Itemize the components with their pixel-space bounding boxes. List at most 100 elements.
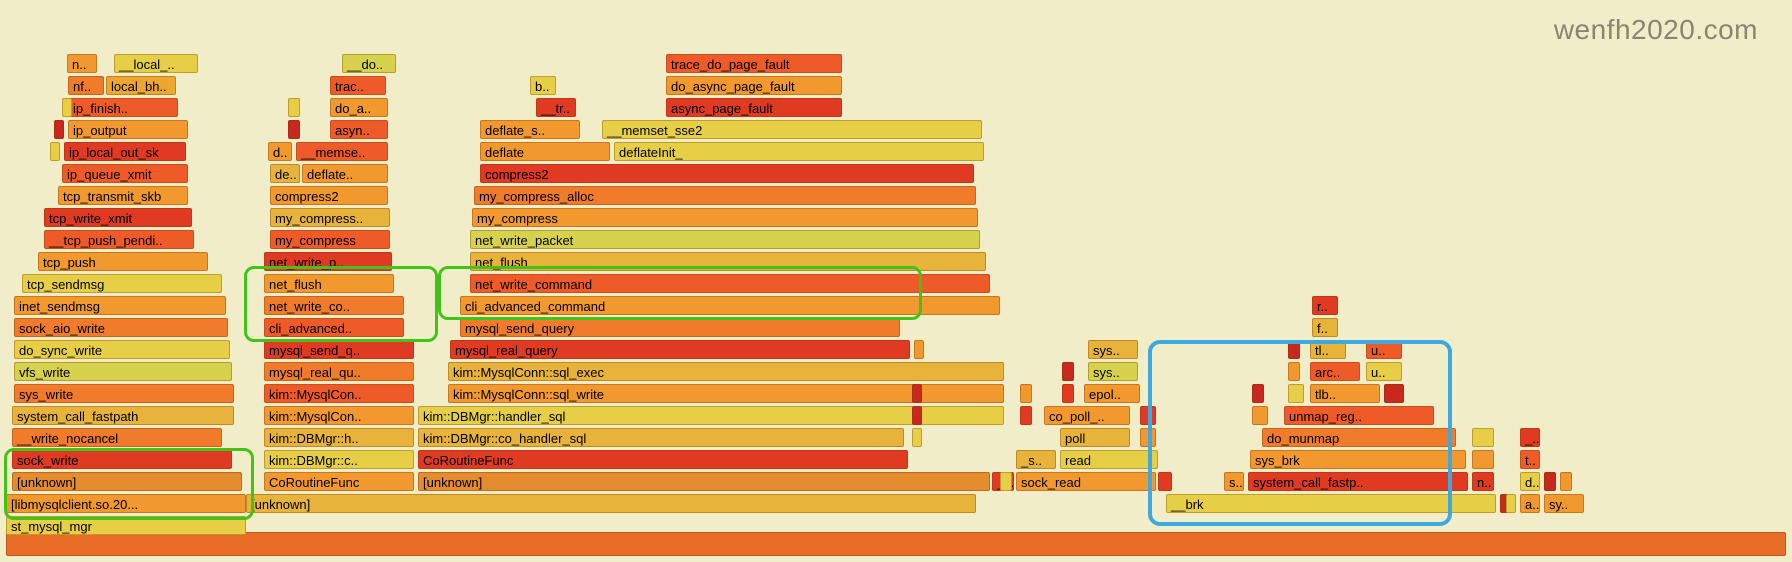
flame-frame[interactable] <box>50 142 60 161</box>
flame-frame[interactable]: tl.. <box>1310 340 1346 359</box>
flame-frame[interactable]: [unknown] <box>12 472 242 491</box>
flame-frame[interactable]: tcp_write_xmit <box>44 208 192 227</box>
flame-frame[interactable]: compress2 <box>270 186 388 205</box>
flame-frame[interactable]: cli_advanced_command <box>460 296 1000 315</box>
flame-frame[interactable]: co_poll_.. <box>1044 406 1130 425</box>
flame-frame[interactable]: kim::MysqlCon.. <box>264 384 414 403</box>
flame-frame[interactable]: net_write_p.. <box>264 252 392 271</box>
flame-frame[interactable]: tcp_transmit_skb <box>58 186 188 205</box>
flame-frame[interactable]: __do.. <box>342 54 396 73</box>
flame-frame[interactable] <box>912 384 922 403</box>
flame-frame[interactable]: u.. <box>1366 340 1402 359</box>
flame-frame[interactable]: mysql_real_qu.. <box>264 362 414 381</box>
flame-frame[interactable] <box>54 120 64 139</box>
flame-frame[interactable]: s.. <box>1224 472 1244 491</box>
flame-frame[interactable]: kim::DBMgr::c.. <box>264 450 414 469</box>
flame-frame[interactable]: __memse.. <box>296 142 388 161</box>
flame-frame[interactable] <box>1000 472 1012 491</box>
flame-frame[interactable]: kim::DBMgr::co_handler_sql <box>418 428 904 447</box>
flame-frame[interactable]: mysql_send_query <box>460 318 900 337</box>
flame-frame[interactable]: __memset_sse2 <box>602 120 982 139</box>
flame-frame[interactable]: [unknown] <box>246 494 976 513</box>
flame-frame[interactable]: asyn.. <box>330 120 388 139</box>
flame-frame[interactable]: system_call_fastp.. <box>1248 472 1468 491</box>
flame-frame[interactable]: poll <box>1060 428 1130 447</box>
flame-frame[interactable] <box>288 120 300 139</box>
flame-frame[interactable] <box>1506 494 1516 513</box>
flame-base-frame[interactable] <box>6 532 1786 556</box>
flame-frame[interactable]: __tr.. <box>536 98 576 117</box>
flame-frame[interactable]: __brk <box>1166 494 1496 513</box>
flame-frame[interactable]: [libmysqlclient.so.20... <box>6 494 246 513</box>
flame-frame[interactable] <box>1252 384 1264 403</box>
flame-frame[interactable]: mysql_real_query <box>450 340 910 359</box>
flame-frame[interactable]: de.. <box>270 164 300 183</box>
flame-frame[interactable] <box>912 406 922 425</box>
flame-frame[interactable]: deflate_s.. <box>480 120 580 139</box>
flame-frame[interactable]: async_page_fault <box>666 98 842 117</box>
flame-frame[interactable]: kim::MysqlCon.. <box>264 406 414 425</box>
flame-frame[interactable]: kim::DBMgr::h.. <box>264 428 414 447</box>
flame-frame[interactable]: sy.. <box>1544 494 1584 513</box>
flame-frame[interactable] <box>1544 472 1556 491</box>
flame-frame[interactable]: ip_finish.. <box>68 98 178 117</box>
flame-frame[interactable]: ip_queue_xmit <box>62 164 188 183</box>
flame-frame[interactable]: a.. <box>1520 494 1540 513</box>
flame-frame[interactable]: net_write_co.. <box>264 296 404 315</box>
flame-frame[interactable]: u.. <box>1366 362 1402 381</box>
flame-frame[interactable]: tcp_push <box>38 252 208 271</box>
flame-frame[interactable]: my_compress <box>472 208 978 227</box>
flame-frame[interactable]: _s.. <box>1016 450 1056 469</box>
flame-frame[interactable]: tlb.. <box>1310 384 1380 403</box>
flame-frame[interactable] <box>1020 406 1032 425</box>
flame-frame[interactable] <box>1288 362 1300 381</box>
flame-frame[interactable]: deflate.. <box>302 164 388 183</box>
flame-frame[interactable]: unmap_reg.. <box>1284 406 1434 425</box>
flame-frame[interactable] <box>288 98 300 117</box>
flame-frame[interactable]: sock_read <box>1016 472 1156 491</box>
flame-frame[interactable]: inet_sendmsg <box>14 296 226 315</box>
flame-frame[interactable] <box>1472 428 1494 447</box>
flame-frame[interactable]: sys.. <box>1088 362 1138 381</box>
flame-frame[interactable]: n.. <box>67 54 97 73</box>
flame-frame[interactable]: [unknown] <box>418 472 990 491</box>
flame-frame[interactable]: do_a.. <box>330 98 388 117</box>
flame-frame[interactable]: ip_local_out_sk <box>64 142 186 161</box>
flame-frame[interactable]: tcp_sendmsg <box>22 274 222 293</box>
flame-frame[interactable]: CoRoutineFunc <box>264 472 414 491</box>
flame-frame[interactable]: epol.. <box>1084 384 1140 403</box>
flame-frame[interactable]: __tcp_push_pendi.. <box>44 230 194 249</box>
flame-frame[interactable] <box>912 428 922 447</box>
flame-frame[interactable]: sys_brk <box>1250 450 1466 469</box>
flame-frame[interactable]: deflateInit_ <box>614 142 984 161</box>
flame-frame[interactable] <box>1140 428 1156 447</box>
flame-frame[interactable]: deflate <box>480 142 610 161</box>
flame-frame[interactable]: trace_do_page_fault <box>666 54 842 73</box>
flame-frame[interactable] <box>1384 384 1404 403</box>
flame-frame[interactable]: nf.. <box>68 76 104 95</box>
flame-frame[interactable]: local_bh.. <box>106 76 176 95</box>
flame-frame[interactable]: my_compress.. <box>270 208 390 227</box>
flame-frame[interactable]: _.. <box>1520 428 1540 447</box>
flame-frame[interactable] <box>1288 384 1304 403</box>
flame-frame[interactable]: do_sync_write <box>14 340 230 359</box>
flame-frame[interactable]: system_call_fastpath <box>12 406 234 425</box>
flame-frame[interactable]: d.. <box>268 142 292 161</box>
flame-frame[interactable]: read <box>1060 450 1158 469</box>
flame-frame[interactable]: net_flush <box>264 274 394 293</box>
flame-frame[interactable]: d.. <box>1520 472 1540 491</box>
flame-frame[interactable] <box>1158 472 1172 491</box>
flame-frame[interactable]: __write_nocancel <box>12 428 222 447</box>
flame-frame[interactable]: kim::MysqlConn::sql_exec <box>448 362 1004 381</box>
flame-frame[interactable]: arc.. <box>1310 362 1360 381</box>
flame-frame[interactable]: my_compress <box>270 230 390 249</box>
flame-frame[interactable] <box>1288 340 1300 359</box>
flame-frame[interactable]: CoRoutineFunc <box>418 450 908 469</box>
flame-frame[interactable]: do_munmap <box>1262 428 1456 447</box>
flame-frame[interactable] <box>1252 406 1268 425</box>
flame-frame[interactable]: cli_advanced.. <box>264 318 404 337</box>
flame-frame[interactable] <box>1062 362 1074 381</box>
flame-frame[interactable]: trac.. <box>330 76 386 95</box>
flame-frame[interactable]: compress2 <box>480 164 974 183</box>
flame-frame[interactable] <box>914 340 924 359</box>
